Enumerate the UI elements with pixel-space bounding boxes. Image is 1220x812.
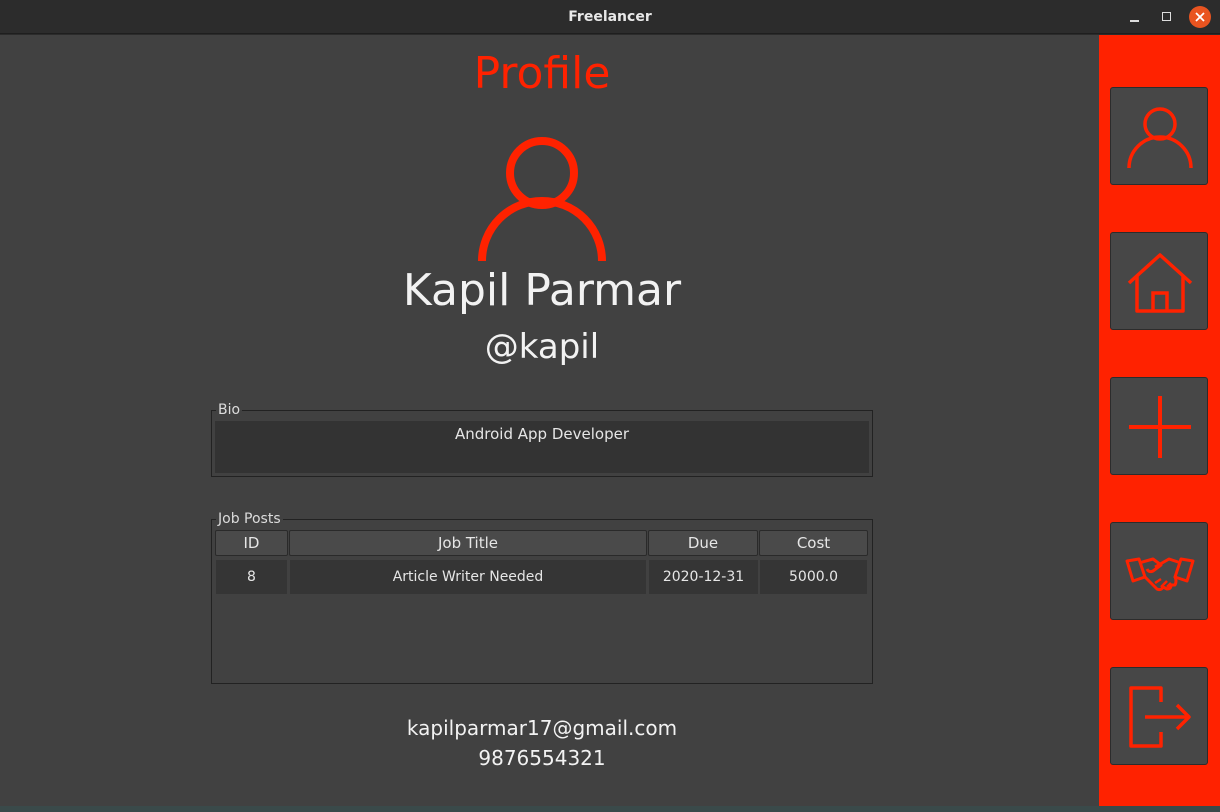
job-posts-label: Job Posts — [216, 511, 283, 527]
plus-icon — [1129, 396, 1191, 458]
sidebar — [1099, 35, 1220, 806]
user-full-name: Kapil Parmar — [402, 265, 682, 316]
taskbar-strip — [0, 806, 1220, 812]
cell-cost[interactable]: 5000.0 — [760, 560, 867, 594]
home-icon — [1127, 253, 1193, 313]
profile-nav-button[interactable] — [1110, 87, 1208, 185]
cell-due[interactable]: 2020-12-31 — [649, 560, 758, 594]
avatar-icon — [478, 137, 606, 262]
bio-label: Bio — [216, 402, 243, 418]
deals-nav-button[interactable] — [1110, 522, 1208, 620]
column-header-job-title[interactable]: Job Title — [289, 530, 647, 556]
maximize-icon — [1162, 12, 1171, 21]
add-job-nav-button[interactable] — [1110, 377, 1208, 475]
title-bar: Freelancer — [0, 0, 1220, 34]
logout-icon — [1129, 686, 1191, 748]
maximize-button[interactable] — [1156, 6, 1178, 28]
window-title: Freelancer — [568, 9, 652, 25]
user-icon — [1127, 107, 1193, 169]
profile-panel: Profile Kapil Parmar @kapil Bio Android … — [0, 35, 1099, 806]
job-posts-group: Job Posts ID Job Title Due Cost 8 Articl… — [211, 511, 873, 684]
minimize-button[interactable] — [1124, 6, 1146, 28]
column-header-cost[interactable]: Cost — [759, 530, 868, 556]
contact-email: kapilparmar17@gmail.com — [406, 716, 678, 740]
home-nav-button[interactable] — [1110, 232, 1208, 330]
page-title: Profile — [473, 48, 611, 99]
minimize-icon — [1130, 20, 1139, 22]
close-button[interactable] — [1189, 6, 1211, 28]
bio-group: Bio Android App Developer — [211, 402, 873, 477]
contact-phone: 9876554321 — [478, 746, 606, 770]
close-icon — [1195, 12, 1205, 22]
cell-job-title[interactable]: Article Writer Needed — [290, 560, 646, 594]
column-header-id[interactable]: ID — [215, 530, 288, 556]
cell-id[interactable]: 8 — [216, 560, 287, 594]
bio-text: Android App Developer — [215, 421, 869, 473]
column-header-due[interactable]: Due — [648, 530, 758, 556]
handshake-icon — [1125, 557, 1195, 592]
user-handle: @kapil — [484, 327, 600, 367]
logout-nav-button[interactable] — [1110, 667, 1208, 765]
